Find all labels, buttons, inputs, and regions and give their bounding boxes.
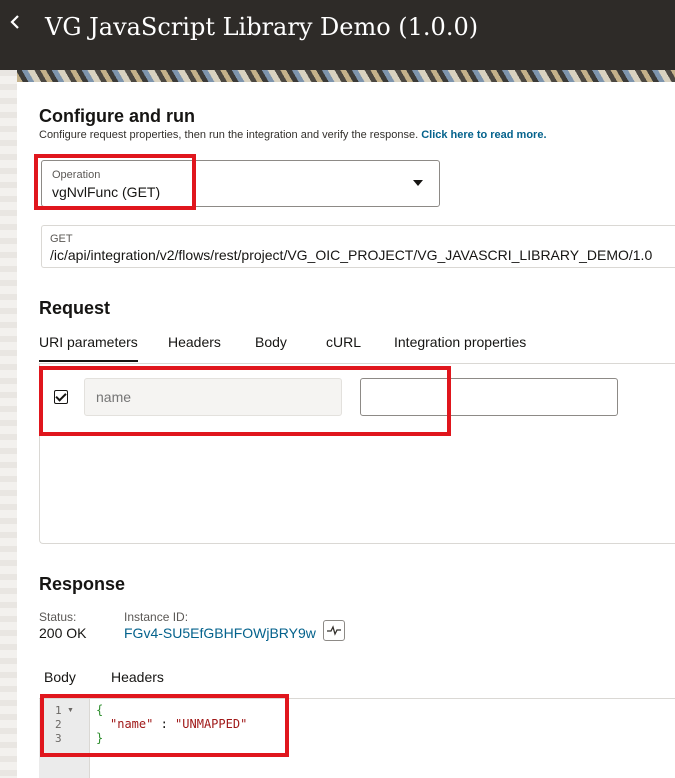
line-number: 1 [55, 704, 62, 717]
configure-description-text: Configure request properties, then run t… [39, 129, 419, 141]
status-label: Status: [39, 610, 77, 624]
json-open-brace: { [96, 703, 104, 717]
param-name-input[interactable] [84, 378, 342, 416]
decorative-banner [17, 70, 675, 82]
instance-id-link[interactable]: FGv4-SU5EfGBHFOWjBRY9w [124, 625, 316, 641]
line-number: 2 [55, 718, 62, 731]
operation-select[interactable]: Operation vgNvlFunc (GET) [41, 160, 440, 207]
json-close-brace: } [96, 731, 104, 745]
response-tab-body[interactable]: Body [44, 668, 76, 686]
json-value: "UNMAPPED" [175, 717, 248, 731]
response-body-editor[interactable] [39, 699, 675, 778]
json-key: "name" [110, 717, 154, 731]
tab-curl[interactable]: cURL [326, 333, 361, 351]
activity-stream-button[interactable] [323, 620, 345, 641]
param-value-input[interactable] [360, 378, 618, 416]
request-heading: Request [39, 298, 111, 318]
top-bar: VG JavaScript Library Demo (1.0.0) [0, 0, 675, 70]
operation-label: Operation [52, 169, 101, 181]
response-heading: Response [39, 574, 126, 594]
param-enabled-checkbox[interactable] [54, 390, 68, 404]
configure-description: Configure request properties, then run t… [39, 128, 547, 142]
back-button[interactable] [6, 14, 24, 36]
tab-uri-parameters[interactable]: URI parameters [39, 333, 138, 362]
json-separator: : [153, 717, 176, 731]
background-pattern-left [0, 70, 17, 778]
response-tab-headers[interactable]: Headers [111, 668, 164, 686]
read-more-link[interactable]: Click here to read more. [421, 129, 546, 141]
instance-id-label: Instance ID: [124, 610, 189, 624]
activity-stream-icon [327, 625, 341, 636]
tab-body[interactable]: Body [255, 333, 287, 351]
editor-gutter [39, 699, 90, 778]
caret-down-icon [413, 180, 423, 186]
operation-value: vgNvlFunc (GET) [52, 184, 161, 200]
configure-heading: Configure and run [39, 106, 195, 126]
request-tabs: URI parameters Headers Body cURL Integra… [39, 331, 675, 363]
endpoint-url-field[interactable]: GET /ic/api/integration/v2/flows/rest/pr… [41, 225, 675, 268]
status-value: 200 OK [39, 625, 87, 641]
fold-toggle-icon[interactable]: ▼ [67, 707, 74, 714]
page-title: VG JavaScript Library Demo (1.0.0) [45, 13, 479, 41]
line-number: 3 [55, 732, 62, 745]
http-method-label: GET [50, 233, 73, 245]
chevron-left-icon [10, 15, 19, 29]
tab-integration-properties[interactable]: Integration properties [394, 333, 526, 351]
endpoint-url-value: /ic/api/integration/v2/flows/rest/projec… [50, 247, 653, 263]
tab-headers[interactable]: Headers [168, 333, 221, 351]
json-line-name: "name" : "UNMAPPED" [110, 717, 247, 731]
